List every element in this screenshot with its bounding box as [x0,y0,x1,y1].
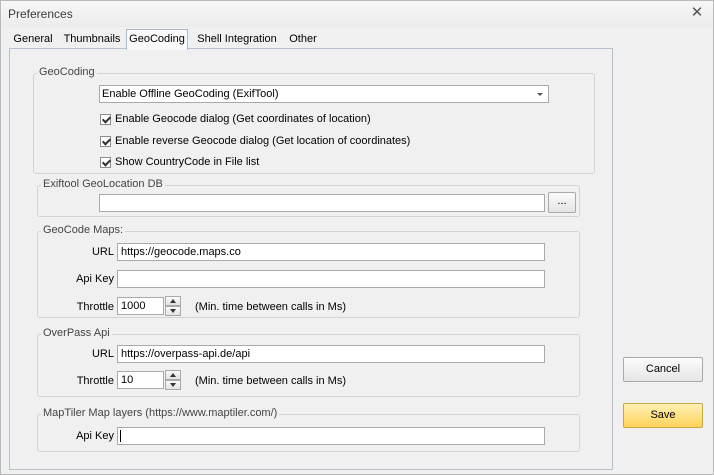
geocode-url-label: URL [91,246,114,258]
overpass-url-label: URL [91,348,114,360]
spin-down-icon[interactable] [165,380,181,390]
save-button[interactable]: Save [623,403,703,428]
overpass-throttle-hint: (Min. time between calls in Ms) [195,375,346,387]
checkbox-checked-icon [100,136,111,147]
tab-general[interactable]: General [9,30,57,49]
exiftool-db-path-input[interactable] [99,194,545,212]
text-cursor [120,430,121,442]
browse-button[interactable]: ... [548,192,576,213]
geocode-maps-group-title: GeoCode Maps: [41,224,126,236]
geocoding-mode-value: Enable Offline GeoCoding (ExifTool) [102,88,279,100]
overpass-throttle-label: Throttle [76,375,114,387]
geocoding-tab-page: GeoCoding Enable Offline GeoCoding (Exif… [9,48,613,470]
spin-up-icon[interactable] [165,296,181,306]
chevron-down-icon [537,93,543,96]
tab-geocoding[interactable]: GeoCoding [126,29,188,50]
overpass-throttle-input[interactable]: 10 [117,371,164,389]
tab-thumbnails[interactable]: Thumbnails [61,30,123,49]
maptiler-group-title: MapTiler Map layers (https://www.maptile… [41,407,280,419]
checkbox-label: Show CountryCode in File list [115,156,260,168]
title-bar: Preferences ✕ [1,1,713,27]
exiftool-db-group-title: Exiftool GeoLocation DB [41,178,165,190]
cancel-button[interactable]: Cancel [623,357,703,382]
maptiler-apikey-label: Api Key [76,430,114,442]
preferences-window: Preferences ✕ General Thumbnails GeoCodi… [0,0,714,475]
geocode-apikey-input[interactable] [117,270,545,288]
overpass-url-input[interactable]: https://overpass-api.de/api [117,345,545,363]
checkbox-label: Enable Geocode dialog (Get coordinates o… [115,113,371,125]
geocode-throttle-label: Throttle [76,301,114,313]
spin-down-icon[interactable] [165,306,181,316]
overpass-group-title: OverPass Api [41,327,112,339]
checkbox-label: Enable reverse Geocode dialog (Get locat… [115,135,411,147]
geocoding-mode-select[interactable]: Enable Offline GeoCoding (ExifTool) [99,85,549,103]
close-icon[interactable]: ✕ [689,5,705,21]
tab-other[interactable]: Other [285,30,321,49]
geocoding-group-title: GeoCoding [37,66,97,78]
geocode-throttle-hint: (Min. time between calls in Ms) [195,301,346,313]
tab-shell-integration[interactable]: Shell Integration [191,30,283,49]
overpass-throttle-spinner[interactable] [165,370,181,390]
spin-up-icon[interactable] [165,370,181,380]
geocode-throttle-input[interactable]: 1000 [117,297,164,315]
window-title: Preferences [8,7,73,21]
maptiler-apikey-input[interactable] [117,427,545,445]
geocode-url-input[interactable]: https://geocode.maps.co [117,243,545,261]
checkbox-checked-icon [100,114,111,125]
checkbox-checked-icon [100,157,111,168]
geocode-apikey-label: Api Key [76,273,114,285]
geocode-throttle-spinner[interactable] [165,296,181,316]
